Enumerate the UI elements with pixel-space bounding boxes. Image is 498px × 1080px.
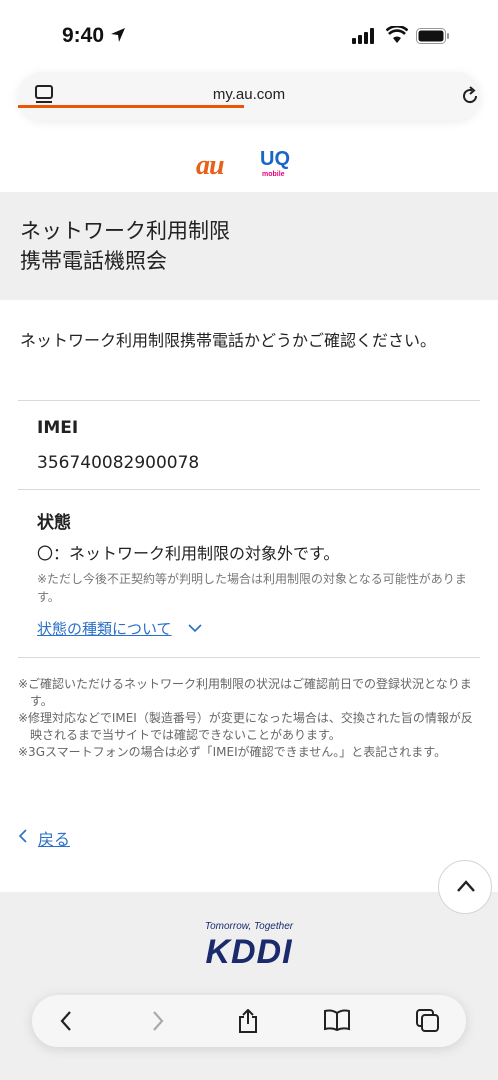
url-text[interactable]: my.au.com — [18, 86, 480, 103]
chevron-up-icon — [457, 880, 475, 892]
reload-icon[interactable] — [460, 86, 480, 106]
kddi-logo[interactable]: KDDI — [0, 933, 498, 972]
browser-toolbar — [32, 995, 466, 1047]
divider — [18, 489, 480, 490]
page-title-line2: 携帯電話機照会 — [20, 249, 167, 273]
brand-logos: au UQ mobile — [0, 140, 498, 190]
clock: 9:40 — [62, 24, 105, 47]
status-value: 〇：ネットワーク利用制限の対象外です。 — [37, 544, 340, 563]
uq-mobile-logo[interactable]: UQ — [260, 148, 290, 171]
uq-mobile-sub: mobile — [262, 171, 285, 178]
chevron-left-icon[interactable] — [18, 829, 28, 843]
note-item: ※修理対応などでIMEI（製造番号）が変更になった場合は、交換された旨の情報が反… — [18, 711, 473, 742]
note-item: ※ご確認いただけるネットワーク利用制限の状況はご確認前日での登録状況となります。 — [18, 677, 472, 708]
forward-arrow-icon[interactable] — [150, 1009, 166, 1033]
status-note: ※ただし今後不正契約等が判明した場合は利用制限の対象となる可能性があります。 — [37, 572, 467, 604]
notes: ※ご確認いただけるネットワーク利用制限の状況はご確認前日での登録状況となります。… — [18, 676, 482, 761]
note-item: ※3Gスマートフォンの場合は必ず「IMEIが確認できません。」と表記されます。 — [18, 745, 447, 759]
address-bar[interactable]: my.au.com — [18, 72, 480, 120]
divider — [18, 400, 480, 401]
imei-value: 356740082900078 — [37, 453, 200, 473]
intro-text: ネットワーク利用制限携帯電話かどうかご確認ください。 — [20, 331, 437, 350]
page-title-line1: ネットワーク利用制限 — [20, 219, 230, 243]
status-bar: 9:40 — [0, 0, 498, 70]
chevron-down-icon[interactable] — [188, 623, 202, 633]
divider — [18, 657, 480, 658]
au-logo[interactable]: au — [196, 150, 225, 182]
page-title: ネットワーク利用制限 携帯電話機照会 — [20, 216, 320, 276]
title-band: ネットワーク利用制限 携帯電話機照会 — [0, 192, 498, 300]
status-types-link[interactable]: 状態の種類について — [37, 618, 172, 639]
kddi-tagline: Tomorrow, Together — [204, 921, 294, 932]
battery-icon — [416, 28, 449, 44]
back-link[interactable]: 戻る — [38, 826, 70, 850]
bookmarks-icon[interactable] — [324, 1009, 350, 1031]
signal-icon — [352, 28, 374, 44]
tabs-icon[interactable] — [416, 1009, 440, 1033]
wifi-icon — [386, 26, 408, 43]
imei-label: IMEI — [37, 418, 79, 438]
title-underline — [18, 105, 244, 108]
location-arrow-icon — [111, 28, 125, 42]
share-icon[interactable] — [237, 1009, 259, 1033]
scroll-to-top-button[interactable] — [438, 860, 492, 914]
back-arrow-icon[interactable] — [58, 1009, 74, 1033]
status-label: 状態 — [37, 513, 71, 533]
